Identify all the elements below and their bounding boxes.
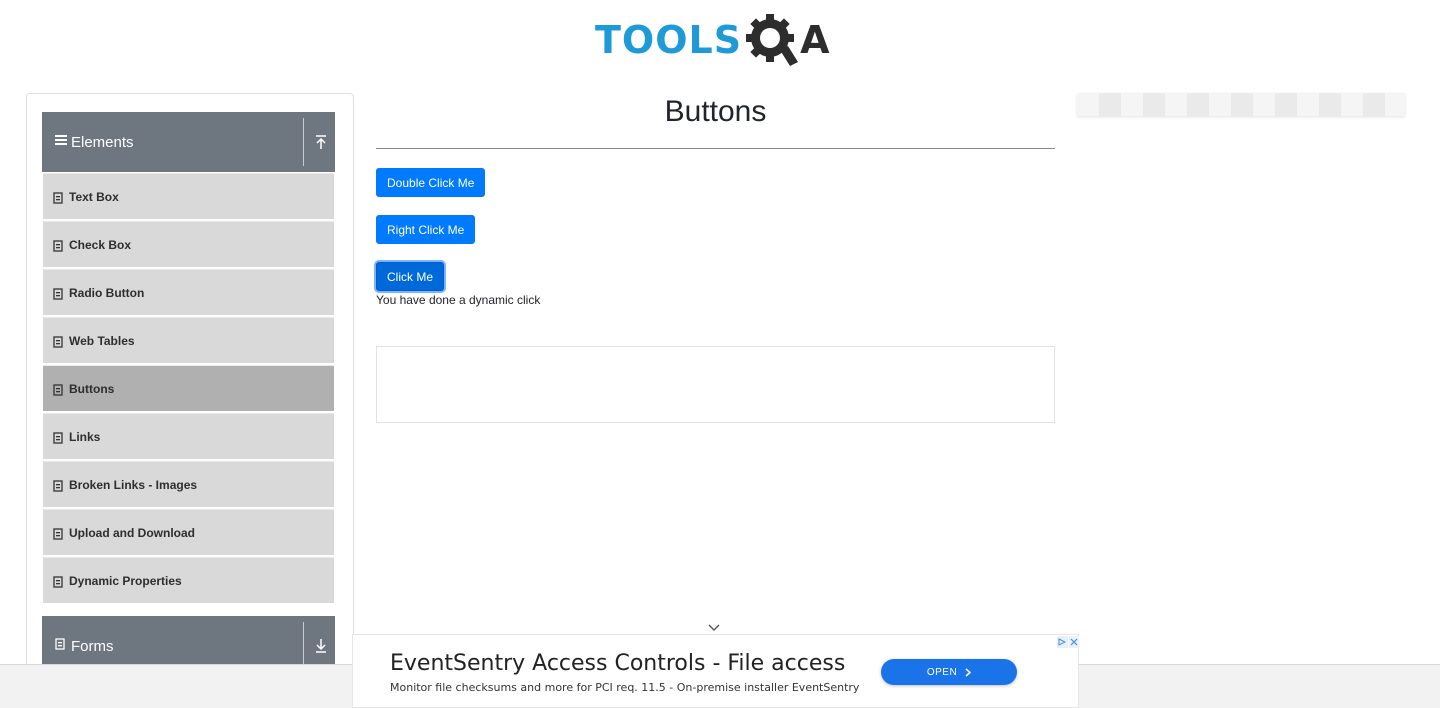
sidebar-item-links[interactable]: Links [43, 413, 334, 459]
page: TOOLS A Elements Text Box Check Box Radi… [0, 0, 1440, 708]
menu-item-icon [53, 383, 63, 396]
page-title: Buttons [664, 95, 767, 128]
left-panel: Elements Text Box Check Box Radio Button… [26, 93, 354, 708]
chevron-right-icon [965, 667, 972, 677]
title-divider [376, 148, 1055, 149]
menu-item-icon [53, 527, 63, 540]
sidebar-item-label: Dynamic Properties [69, 573, 182, 588]
header-separator [303, 622, 304, 670]
sidebar-item-label: Text Box [69, 189, 119, 204]
sidebar-item-broken-links[interactable]: Broken Links - Images [43, 461, 334, 507]
menu-item-icon [53, 575, 63, 588]
sidebar-item-label: Upload and Download [69, 525, 195, 540]
sidebar-item-upload-download[interactable]: Upload and Download [43, 509, 334, 555]
logo-text: TOOLS [595, 18, 743, 62]
sidebar-item-label: Broken Links - Images [69, 477, 198, 492]
dynamic-click-message: You have done a dynamic click [376, 293, 541, 307]
sidebar-item-buttons[interactable]: Buttons [43, 365, 334, 411]
sidebar-item-label: Radio Button [69, 285, 145, 300]
sidebar-item-web-tables[interactable]: Web Tables [43, 317, 334, 363]
group-label-forms: Forms [71, 637, 114, 655]
menu-lines-icon [55, 133, 67, 151]
ad-choices[interactable] [1057, 636, 1079, 648]
click-me-button[interactable]: Click Me [376, 262, 445, 291]
header-separator [303, 118, 304, 166]
right-click-button[interactable]: Right Click Me [376, 215, 476, 244]
menu-item-icon [53, 335, 63, 348]
sidebar-item-check-box[interactable]: Check Box [43, 221, 334, 267]
menu-item-icon [53, 239, 63, 252]
bottom-ad-card[interactable]: EventSentry Access Controls - File acces… [352, 634, 1079, 708]
expand-down-icon[interactable] [314, 638, 328, 654]
ad-open-label: OPEN [926, 666, 958, 678]
menu-item-icon [53, 431, 63, 444]
menu-item-icon [53, 287, 63, 300]
double-click-button[interactable]: Double Click Me [376, 168, 486, 197]
gear-q-icon [746, 14, 799, 66]
ad-open-button[interactable]: OPEN [881, 659, 1017, 685]
menu-item-icon [53, 191, 63, 204]
ad-subtitle: Monitor file checksums and more for PCI … [390, 681, 860, 694]
sidebar-item-radio-button[interactable]: Radio Button [43, 269, 334, 315]
chevron-down-icon[interactable] [707, 620, 721, 631]
sidebar-item-label: Buttons [69, 381, 115, 396]
elements-menu-list: Text Box Check Box Radio Button Web Tabl… [43, 173, 334, 605]
group-header-elements[interactable]: Elements [42, 112, 335, 172]
ad-choices-icon[interactable] [1057, 636, 1068, 648]
logo-suffix: A [800, 18, 830, 62]
collapse-up-icon[interactable] [314, 134, 328, 150]
sidebar-item-dynamic-properties[interactable]: Dynamic Properties [43, 557, 334, 603]
group-label-elements: Elements [71, 133, 134, 151]
menu-item-icon [53, 479, 63, 492]
inline-ad-placeholder [376, 346, 1055, 423]
ad-close-icon[interactable] [1068, 636, 1079, 648]
sidebar-item-label: Web Tables [69, 333, 135, 348]
sidebar-item-label: Check Box [69, 237, 132, 252]
form-icon [55, 637, 67, 655]
sidebar-item-label: Links [69, 429, 101, 444]
ad-title[interactable]: EventSentry Access Controls - File acces… [390, 651, 845, 676]
right-ad-banner[interactable] [1077, 93, 1405, 116]
toolsqa-logo[interactable]: TOOLS A [595, 12, 840, 68]
sidebar-item-text-box[interactable]: Text Box [43, 173, 334, 219]
